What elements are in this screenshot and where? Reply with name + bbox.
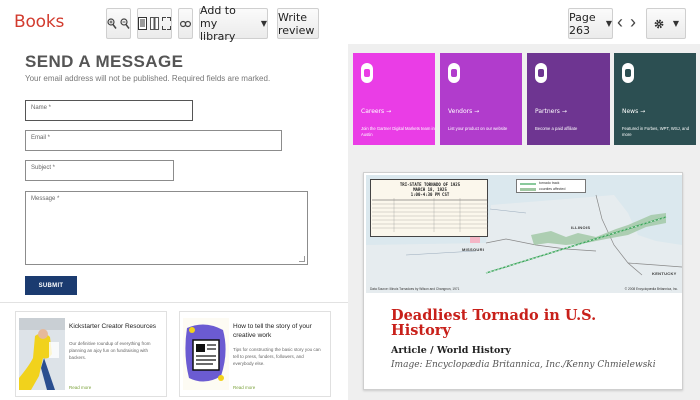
write-review-button[interactable]: Write review xyxy=(277,8,319,39)
subject-field[interactable]: Subject * xyxy=(25,160,174,181)
card-title[interactable]: Kickstarter Creator Resources xyxy=(69,322,164,331)
card-image xyxy=(183,318,229,390)
card-description: Our definitive roundup of everything fro… xyxy=(69,341,151,360)
read-more-link[interactable]: Read more xyxy=(69,385,91,390)
resize-handle[interactable] xyxy=(299,256,305,262)
state-label-kentucky: KENTUCKY xyxy=(652,271,677,276)
tile-description: Become a paid affiliate xyxy=(535,126,578,131)
tile-description: Join the Gartner Digital Markets team in… xyxy=(361,126,435,137)
gear-icon xyxy=(654,19,664,28)
map-legend: tornado track counties affected xyxy=(516,179,586,193)
write-review-label: Write review xyxy=(278,10,315,37)
add-to-library-label: Add to my library xyxy=(200,4,236,43)
state-label-missouri: MISSOURI xyxy=(462,247,485,252)
careers-tile[interactable]: Careers → Join the Gartner Digital Marke… xyxy=(353,53,435,145)
featured-article-card[interactable]: TRI-STATE TORNADO OF 1925 MARCH 18, 1925… xyxy=(363,172,683,390)
name-placeholder: Name * xyxy=(31,105,52,111)
books-toolbar: Books Add to my library ▼ Write review P… xyxy=(0,0,700,44)
subject-placeholder: Subject * xyxy=(31,165,56,171)
two-page-icon xyxy=(150,17,159,30)
map-table-title: TRI-STATE TORNADO OF 1925 MARCH 18, 1925… xyxy=(399,182,461,197)
tile-description: List your product on our website xyxy=(448,126,508,131)
message-field[interactable]: Message * xyxy=(25,191,308,265)
vendors-tile[interactable]: Vendors → List your product on our websi… xyxy=(440,53,522,145)
tile-description: Featured in Forbes, WPT, WSJ, and more xyxy=(622,126,690,137)
careers-logo-icon xyxy=(361,63,373,83)
map-source-credit: Data Source: Illinois Tornadoes by Wilso… xyxy=(370,287,460,291)
submit-button[interactable]: SUBMIT xyxy=(25,276,77,295)
chevron-down-icon: ▼ xyxy=(672,19,680,28)
books-logo[interactable]: Books xyxy=(14,12,64,32)
chevron-down-icon: ▼ xyxy=(260,19,267,28)
news-logo-icon xyxy=(622,63,634,83)
add-to-library-button[interactable]: Add to my library ▼ xyxy=(199,4,268,43)
settings-button[interactable]: ▼ xyxy=(646,8,686,39)
news-tile[interactable]: News → Featured in Forbes, WPT, WSJ, and… xyxy=(614,53,696,145)
state-label-illinois: ILLINOIS xyxy=(571,225,591,230)
fullscreen-icon xyxy=(162,17,171,30)
partners-tile[interactable]: Partners → Become a paid affiliate xyxy=(527,53,610,145)
tile-title: Careers → xyxy=(361,108,392,115)
submit-label: SUBMIT xyxy=(38,282,64,289)
page-select[interactable]: Page 263 ▼ xyxy=(568,8,613,39)
single-page-icon xyxy=(138,17,147,30)
partners-logo-icon xyxy=(535,63,547,83)
featured-article-title[interactable]: Deadliest Tornado in U.S. History xyxy=(391,308,651,338)
resource-card[interactable]: Kickstarter Creator Resources Our defini… xyxy=(15,311,167,397)
tornado-data-table: TRI-STATE TORNADO OF 1925 MARCH 18, 1925… xyxy=(370,179,488,237)
form-note: Your email address will not be published… xyxy=(25,74,271,83)
email-field[interactable]: Email * xyxy=(25,130,282,151)
card-image xyxy=(19,318,65,390)
name-field[interactable]: Name * xyxy=(25,100,193,121)
message-placeholder: Message * xyxy=(31,196,60,202)
link-icon xyxy=(180,20,191,27)
featured-article-category: Article / World History xyxy=(391,345,511,356)
tile-title: Vendors → xyxy=(448,108,480,115)
resource-card[interactable]: How to tell the story of your creative w… xyxy=(179,311,331,397)
page-select-label: Page 263 xyxy=(569,10,596,37)
legend-counties-label: counties affected xyxy=(539,187,566,191)
tile-title: News → xyxy=(622,108,646,115)
vendors-logo-icon xyxy=(448,63,460,83)
map-copyright: © 2008 Encyclopædia Britannica, Inc. xyxy=(624,287,678,291)
zoom-button[interactable] xyxy=(106,8,131,39)
legend-swatches xyxy=(520,183,536,191)
card-title[interactable]: How to tell the story of your creative w… xyxy=(233,322,328,340)
map-table-rows xyxy=(372,198,488,232)
next-page-icon[interactable]: › xyxy=(630,13,636,31)
zoom-in-icon xyxy=(107,17,117,29)
featured-image-credit: Image: Encyclopædia Britannica, Inc./Ken… xyxy=(391,360,656,370)
tornado-map-image: TRI-STATE TORNADO OF 1925 MARCH 18, 1925… xyxy=(366,175,682,293)
send-message-form: SEND A MESSAGE Your email address will n… xyxy=(0,44,348,302)
resource-cards: Kickstarter Creator Resources Our defini… xyxy=(0,302,348,400)
form-title: SEND A MESSAGE xyxy=(25,52,184,71)
chevron-down-icon: ▼ xyxy=(605,19,612,28)
zoom-out-icon xyxy=(120,17,130,29)
legend-track-label: tornado track xyxy=(539,181,560,185)
link-button[interactable] xyxy=(178,8,193,39)
view-mode-button[interactable] xyxy=(137,8,172,39)
read-more-link[interactable]: Read more xyxy=(233,385,255,390)
previous-page-icon[interactable]: ‹ xyxy=(617,13,623,31)
card-description: Tips for constructing the basic story yo… xyxy=(233,347,321,366)
tile-title: Partners → xyxy=(535,108,567,115)
email-placeholder: Email * xyxy=(31,135,51,141)
right-sidebar: Careers → Join the Gartner Digital Marke… xyxy=(348,44,700,400)
